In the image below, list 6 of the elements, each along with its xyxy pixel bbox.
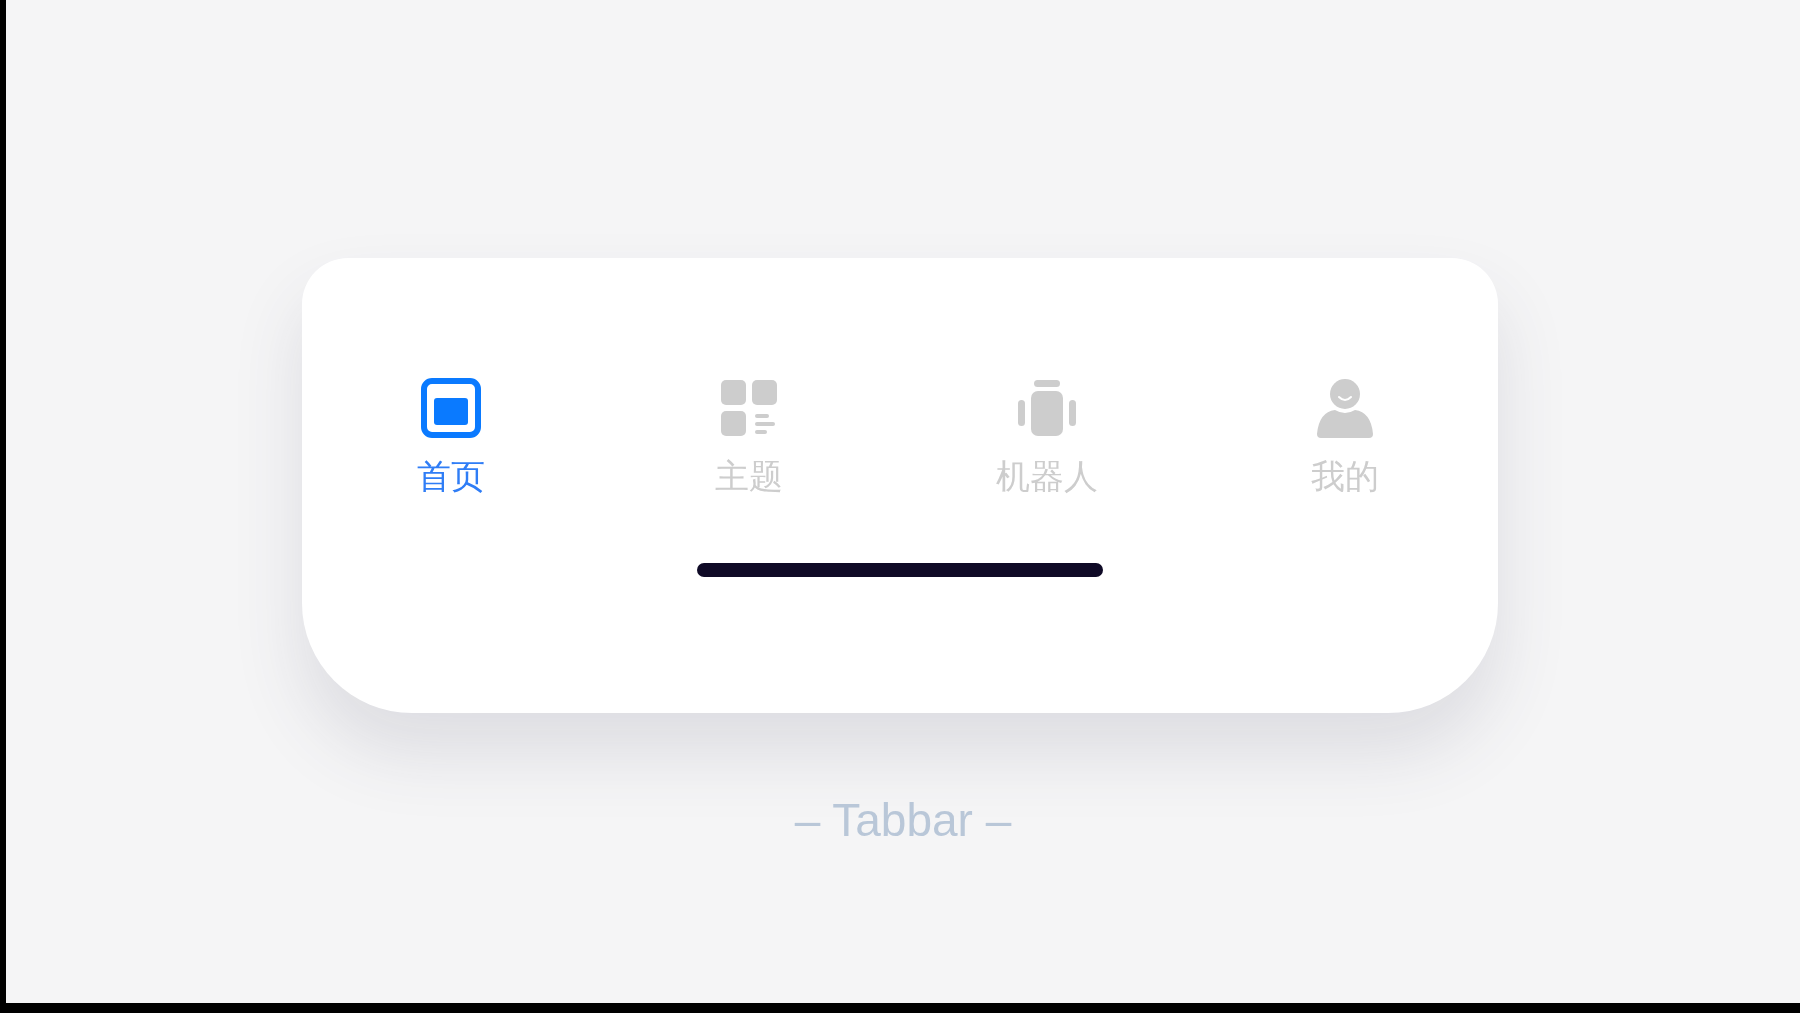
grid-icon	[719, 378, 779, 438]
robot-icon	[1017, 378, 1077, 438]
caption: – Tabbar –	[794, 793, 1012, 847]
tab[interactable]: 首页	[302, 378, 600, 496]
home-icon	[421, 378, 481, 438]
user-icon	[1315, 378, 1375, 438]
